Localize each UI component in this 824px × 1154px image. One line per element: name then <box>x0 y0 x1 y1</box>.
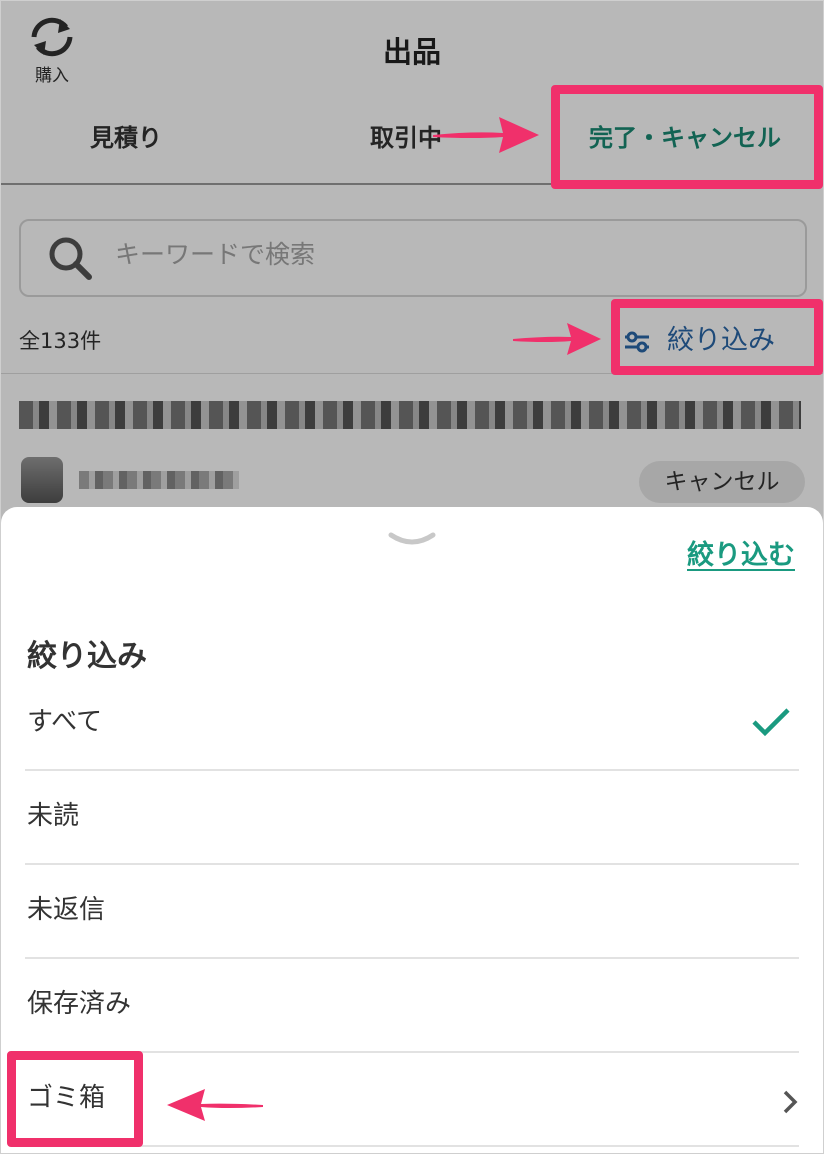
screenshot-frame: 購入 出品 見積り 取引中 完了・キャンセル 全133件 絞り込み <box>0 0 824 1154</box>
chevron-down-icon[interactable] <box>387 531 437 551</box>
option-label: すべて <box>27 707 103 737</box>
filter-option-unread[interactable]: 未読 <box>25 769 799 865</box>
annotation-highlight-filter <box>611 299 823 375</box>
filter-option-saved[interactable]: 保存済み <box>25 957 799 1053</box>
annotation-arrow-tab <box>433 117 539 153</box>
chevron-right-icon <box>783 1090 798 1114</box>
filter-option-all[interactable]: すべて <box>25 675 799 771</box>
annotation-highlight-tab <box>551 85 823 189</box>
option-label: 未返信 <box>27 895 106 925</box>
option-label: 保存済み <box>27 989 132 1019</box>
annotation-arrow-filter <box>513 323 601 355</box>
apply-filter-link[interactable]: 絞り込む <box>687 533 795 572</box>
filter-option-unreplied[interactable]: 未返信 <box>25 863 799 959</box>
annotation-arrow-trash <box>167 1089 263 1121</box>
option-label: 未読 <box>27 801 80 831</box>
sheet-title: 絞り込み <box>27 639 147 674</box>
check-icon <box>752 708 790 737</box>
annotation-highlight-trash <box>7 1051 143 1147</box>
